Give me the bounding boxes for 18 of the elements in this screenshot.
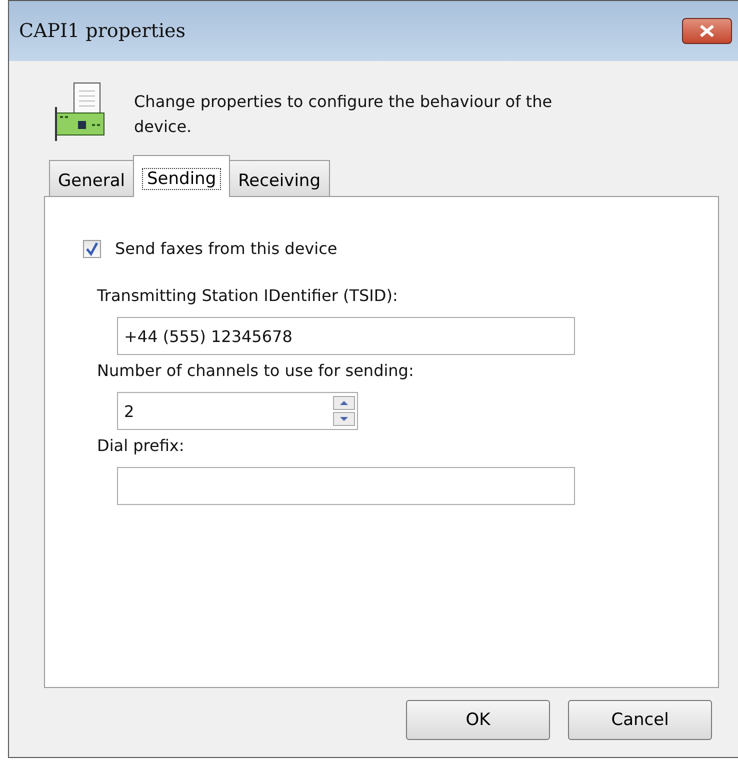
field-label: Transmitting Station IDentifier (TSID): <box>97 286 399 305</box>
description-text: Change properties to configure the behaviour of the device. <box>134 91 554 138</box>
window-title: CAPI1 properties <box>19 20 186 42</box>
tab[interactable]: Receiving <box>229 160 330 196</box>
field-label: Number of channels to use for sending: <box>97 361 415 380</box>
cancel-button[interactable]: Cancel <box>568 700 712 740</box>
spin-field[interactable]: 2 <box>117 392 358 430</box>
close-icon <box>698 24 716 38</box>
input-field[interactable]: +44 (555) 12345678 <box>117 317 575 355</box>
ok-button[interactable]: OK <box>406 700 550 740</box>
close-button[interactable] <box>682 18 732 44</box>
tab[interactable]: General <box>49 160 134 196</box>
tab[interactable]: Sending <box>133 155 230 197</box>
field-label: Dial prefix: <box>97 436 186 455</box>
input-field[interactable] <box>117 467 575 505</box>
checkmark-icon <box>85 242 99 256</box>
checkbox-label: Send faxes from this device <box>115 239 338 258</box>
checkbox[interactable] <box>83 240 101 258</box>
